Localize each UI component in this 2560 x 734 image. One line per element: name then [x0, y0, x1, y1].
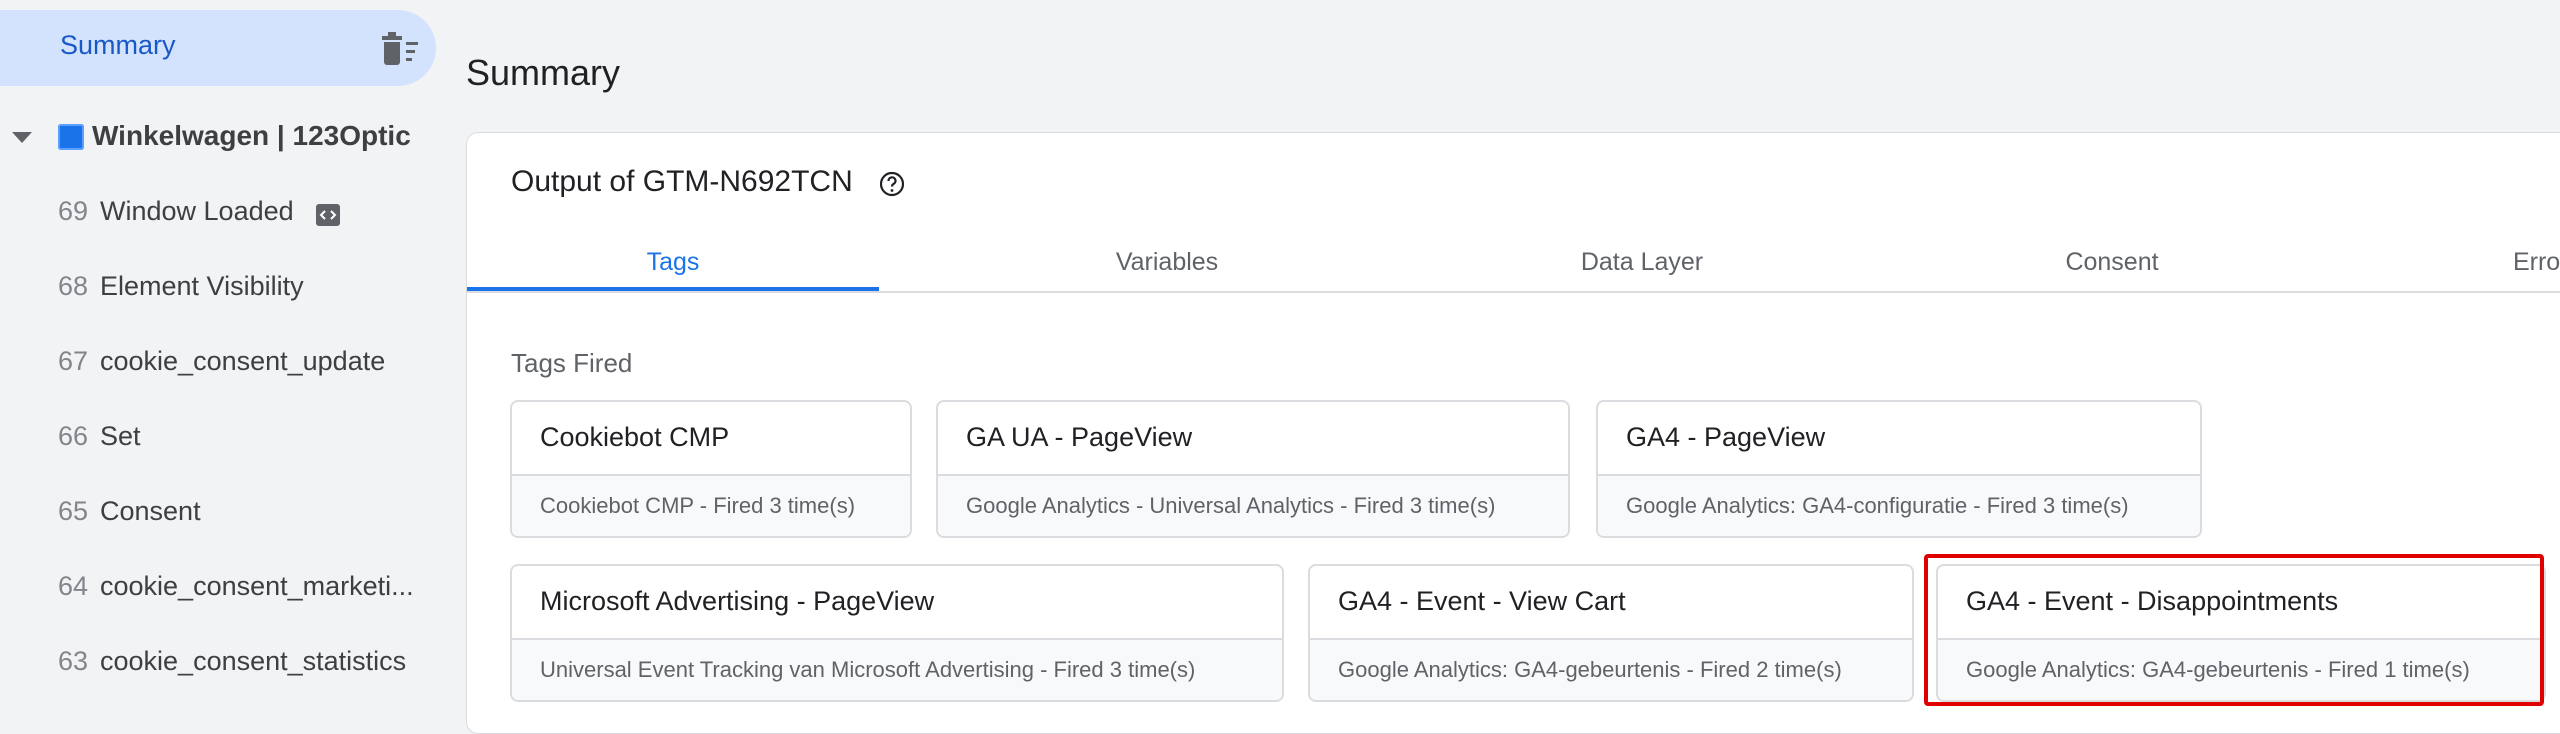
- event-number: 64: [58, 571, 89, 601]
- tab-bar: Tags Variables Data Layer Consent Errors: [467, 225, 2560, 293]
- event-name: Set: [100, 421, 141, 451]
- event-name: Element Visibility: [100, 271, 304, 301]
- sidebar-event-item[interactable]: 64 cookie_consent_marketi...: [0, 559, 440, 619]
- delete-sweep-icon[interactable]: [378, 30, 420, 70]
- event-number: 68: [58, 271, 89, 301]
- tag-name: Microsoft Advertising - PageView: [540, 586, 935, 616]
- tag-name: GA4 - Event - View Cart: [1338, 586, 1626, 616]
- sidebar-container-item[interactable]: Winkelwagen | 123Optic: [0, 114, 440, 162]
- section-label-tags-fired: Tags Fired: [511, 348, 633, 378]
- sidebar-event-item[interactable]: 63 cookie_consent_statistics: [0, 634, 440, 694]
- tab-errors[interactable]: Errors: [2341, 225, 2560, 291]
- tag-card[interactable]: GA4 - Event - View Cart Google Analytics…: [1308, 564, 1914, 702]
- sidebar-event-item[interactable]: 67 cookie_consent_update: [0, 334, 440, 394]
- tag-description: Cookiebot CMP - Fired 3 time(s): [540, 493, 856, 518]
- highlight-box: [1924, 554, 2544, 706]
- tag-card[interactable]: GA UA - PageView Google Analytics - Univ…: [936, 400, 1570, 538]
- tab-variables[interactable]: Variables: [961, 225, 1373, 291]
- tag-card[interactable]: Microsoft Advertising - PageView Univers…: [510, 564, 1284, 702]
- event-number: 66: [58, 421, 89, 451]
- event-name: cookie_consent_update: [100, 346, 386, 376]
- help-icon[interactable]: [879, 171, 905, 197]
- sidebar-summary-label: Summary: [60, 30, 176, 60]
- code-icon: [316, 204, 340, 226]
- tag-card[interactable]: GA4 - PageView Google Analytics: GA4-con…: [1596, 400, 2202, 538]
- tag-footer: Google Analytics: GA4-gebeurtenis - Fire…: [1310, 638, 1912, 700]
- tag-name: Cookiebot CMP: [540, 422, 730, 452]
- sidebar: Summary Winkelwagen | 123Optic 69 Window…: [0, 0, 448, 712]
- tag-name: GA UA - PageView: [966, 422, 1193, 452]
- event-number: 67: [58, 346, 89, 376]
- page-title: Summary: [466, 52, 621, 93]
- tag-description: Google Analytics: GA4-configuratie - Fir…: [1626, 493, 2129, 518]
- tab-consent[interactable]: Consent: [1906, 225, 2318, 291]
- tag-description: Google Analytics - Universal Analytics -…: [966, 493, 1496, 518]
- tab-data-layer[interactable]: Data Layer: [1436, 225, 1848, 291]
- event-name: cookie_consent_statistics: [100, 646, 407, 676]
- output-title: Output of GTM-N692TCN: [511, 165, 853, 198]
- tag-name: GA4 - PageView: [1626, 422, 1826, 452]
- sidebar-event-item[interactable]: 66 Set: [0, 409, 440, 469]
- tag-footer: Google Analytics - Universal Analytics -…: [938, 474, 1568, 536]
- container-label: Winkelwagen | 123Optic: [92, 120, 411, 151]
- tab-tags[interactable]: Tags: [467, 225, 879, 291]
- tag-footer: Google Analytics: GA4-configuratie - Fir…: [1598, 474, 2200, 536]
- tag-description: Universal Event Tracking van Microsoft A…: [540, 657, 1196, 682]
- event-name: cookie_consent_marketi...: [100, 571, 414, 601]
- caret-down-icon[interactable]: [12, 132, 32, 143]
- sidebar-item-summary[interactable]: Summary: [0, 10, 436, 86]
- sidebar-event-item[interactable]: 65 Consent: [0, 484, 440, 544]
- active-tab-indicator: [467, 287, 879, 291]
- event-number: 69: [58, 196, 89, 226]
- event-name: Consent: [100, 496, 201, 526]
- event-name: Window Loaded: [100, 196, 294, 226]
- tag-footer: Universal Event Tracking van Microsoft A…: [512, 638, 1282, 700]
- tag-footer: Cookiebot CMP - Fired 3 time(s): [512, 474, 910, 536]
- event-number: 65: [58, 496, 89, 526]
- blue-square-icon: [58, 124, 84, 150]
- event-number: 63: [58, 646, 89, 676]
- sidebar-event-item[interactable]: 69 Window Loaded: [0, 184, 440, 244]
- tag-description: Google Analytics: GA4-gebeurtenis - Fire…: [1338, 657, 1842, 682]
- sidebar-event-item[interactable]: 68 Element Visibility: [0, 259, 440, 319]
- tag-card[interactable]: Cookiebot CMP Cookiebot CMP - Fired 3 ti…: [510, 400, 912, 538]
